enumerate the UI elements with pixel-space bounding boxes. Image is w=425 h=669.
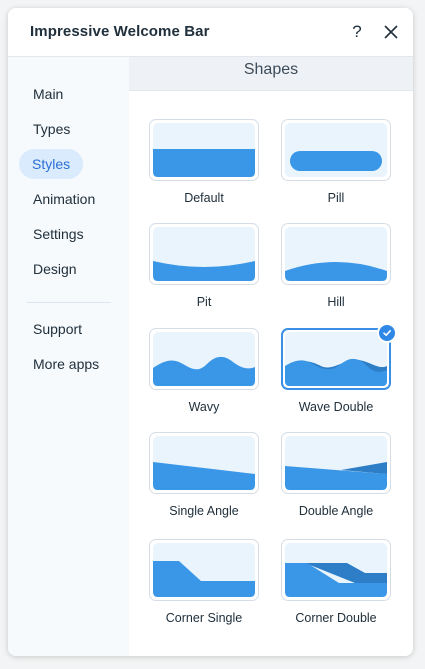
shape-thumbnail xyxy=(149,432,259,494)
shape-thumbnail xyxy=(281,539,391,601)
help-button[interactable]: ? xyxy=(345,20,369,44)
corner-double-shape-preview xyxy=(285,543,387,597)
shape-option-pill[interactable]: Pill xyxy=(281,119,391,205)
double-angle-shape-preview xyxy=(285,436,387,490)
pill-shape-preview xyxy=(285,123,387,177)
shape-thumbnail xyxy=(149,119,259,181)
shape-thumbnail xyxy=(149,223,259,285)
default-shape-preview xyxy=(153,123,255,177)
wavy-shape-preview xyxy=(153,332,255,386)
corner-single-shape-preview xyxy=(153,543,255,597)
content-area: Shapes Default Pill Pit Hill Wavy Wave D… xyxy=(129,57,413,656)
section-title: Shapes xyxy=(129,57,413,91)
close-button[interactable] xyxy=(379,20,403,44)
shape-label: Single Angle xyxy=(169,504,239,518)
shape-thumbnail xyxy=(281,119,391,181)
sidebar-item-animation[interactable]: Animation xyxy=(19,184,109,214)
shape-label: Wave Double xyxy=(298,400,374,414)
shape-thumbnail xyxy=(281,223,391,285)
shape-label: Wavy xyxy=(188,400,220,414)
shape-label: Default xyxy=(184,191,224,205)
shape-label: Double Angle xyxy=(298,504,374,518)
sidebar-item-main[interactable]: Main xyxy=(19,79,77,109)
shape-option-hill[interactable]: Hill xyxy=(281,223,391,309)
shape-option-wavy[interactable]: Wavy xyxy=(149,328,259,414)
wave-double-shape-preview xyxy=(285,332,387,386)
single-angle-shape-preview xyxy=(153,436,255,490)
sidebar-item-more-apps[interactable]: More apps xyxy=(19,349,113,379)
shape-option-single-angle[interactable]: Single Angle xyxy=(149,432,259,518)
sidebar-item-styles[interactable]: Styles xyxy=(19,149,84,179)
panel-header: Impressive Welcome Bar ? xyxy=(8,8,413,57)
app-title: Impressive Welcome Bar xyxy=(30,23,210,40)
shape-thumbnail xyxy=(149,539,259,601)
shape-option-double-angle[interactable]: Double Angle xyxy=(281,432,391,518)
settings-panel: Impressive Welcome Bar ? Main Types Styl… xyxy=(8,8,413,656)
close-icon xyxy=(384,25,398,39)
shape-label: Pill xyxy=(327,191,345,205)
sidebar-divider xyxy=(27,302,111,303)
shape-option-default[interactable]: Default xyxy=(149,119,259,205)
shape-thumbnail xyxy=(281,432,391,494)
sidebar-item-types[interactable]: Types xyxy=(19,114,84,144)
pit-shape-preview xyxy=(153,227,255,281)
shape-label: Corner Double xyxy=(295,611,377,625)
sidebar-item-settings[interactable]: Settings xyxy=(19,219,98,249)
sidebar: Main Types Styles Animation Settings Des… xyxy=(8,57,129,656)
shape-label: Corner Single xyxy=(165,611,243,625)
shape-option-corner-single[interactable]: Corner Single xyxy=(149,539,259,625)
selected-check-icon xyxy=(377,323,397,343)
sidebar-item-support[interactable]: Support xyxy=(19,314,96,344)
shape-label: Pit xyxy=(196,295,212,309)
sidebar-item-design[interactable]: Design xyxy=(19,254,91,284)
shape-option-wave-double[interactable]: Wave Double xyxy=(281,323,397,414)
shape-thumbnail xyxy=(149,328,259,390)
shape-option-corner-double[interactable]: Corner Double xyxy=(281,539,391,625)
shape-thumbnail xyxy=(281,323,397,390)
hill-shape-preview xyxy=(285,227,387,281)
shape-label: Hill xyxy=(327,295,345,309)
shape-option-pit[interactable]: Pit xyxy=(149,223,259,309)
question-mark-icon: ? xyxy=(352,22,362,41)
